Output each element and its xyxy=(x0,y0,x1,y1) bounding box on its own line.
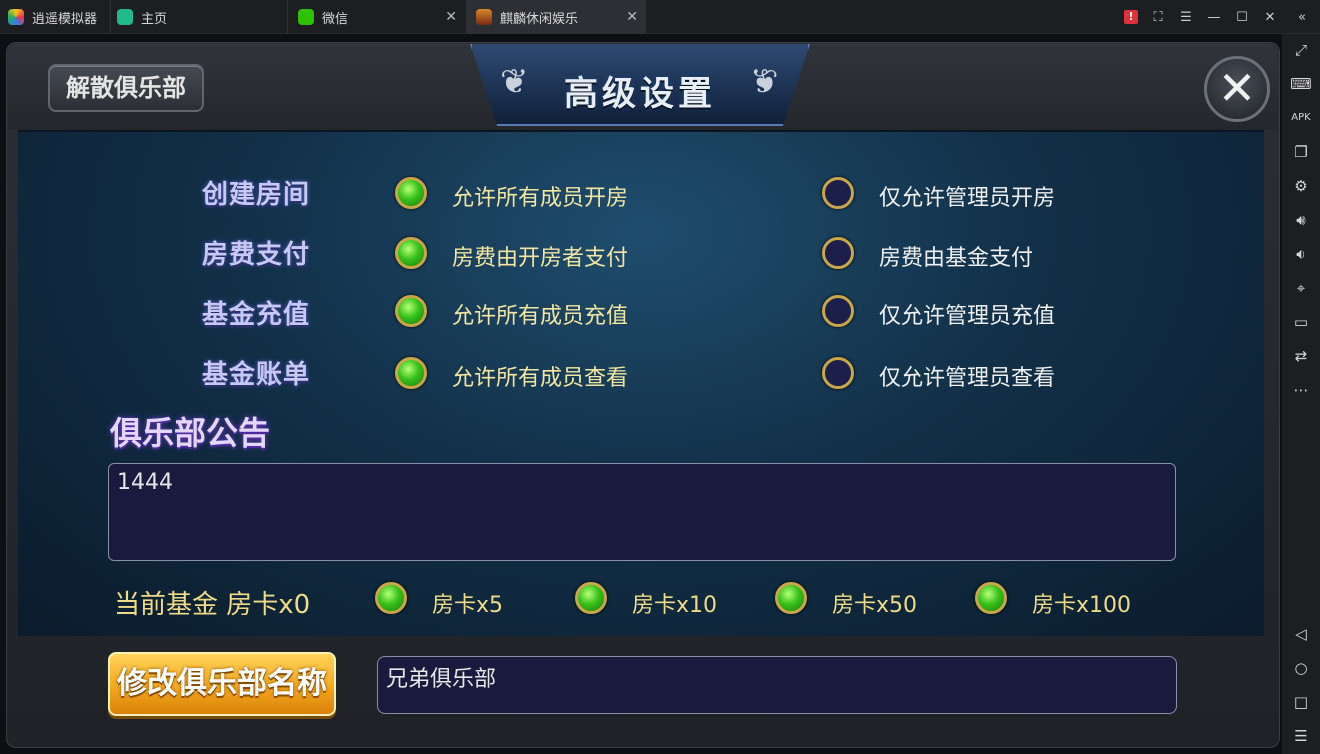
setting-label-create-room: 创建房间 xyxy=(202,180,311,210)
notice-title: 俱乐部公告 xyxy=(110,414,271,452)
keyboard-icon[interactable]: ⌨ xyxy=(1282,74,1320,94)
setting-label-fund-bill: 基金账单 xyxy=(202,360,311,390)
emulator-sidebar: ⤢ ⌨ APK ❐ ⚙ 🔊︎ 🔉︎ ⌖ ▭ ⇄ ⋯ ◁ ○ □ ☰ xyxy=(1282,34,1320,754)
tab-game[interactable]: 麒麟休闲娱乐 ✕ xyxy=(466,0,646,34)
tab-emulator-label: 逍遥模拟器 xyxy=(32,11,98,27)
game-app-icon xyxy=(476,9,492,25)
radio-fund-recharge-all[interactable] xyxy=(395,295,427,327)
radio-card-x10[interactable] xyxy=(575,582,607,614)
tab-home-label: 主页 xyxy=(141,11,168,27)
close-window-icon[interactable]: ✕ xyxy=(1256,10,1284,25)
screenshot-icon[interactable]: ⛶ xyxy=(1144,10,1172,25)
tab-wechat[interactable]: 微信 ✕ xyxy=(287,0,465,34)
minimize-icon[interactable]: — xyxy=(1200,10,1228,25)
radio-card-x50[interactable] xyxy=(775,582,807,614)
option-create-room-admin[interactable]: 仅允许管理员开房 xyxy=(879,180,1055,212)
apk-icon[interactable]: APK xyxy=(1282,108,1320,128)
collapse-sidebar-icon[interactable]: « xyxy=(1284,10,1320,25)
folder-icon[interactable]: ▭ xyxy=(1282,312,1320,332)
option-fund-recharge-all[interactable]: 允许所有成员充值 xyxy=(452,298,628,330)
close-tab-icon[interactable]: ✕ xyxy=(445,9,457,25)
more-icon[interactable]: ⋯ xyxy=(1282,380,1320,400)
location-icon[interactable]: ⌖ xyxy=(1282,278,1320,298)
radio-create-room-admin[interactable] xyxy=(822,177,854,209)
tab-home[interactable]: 主页 xyxy=(110,0,286,34)
radio-card-x5[interactable] xyxy=(375,582,407,614)
dialog-title: 高级设置 xyxy=(564,74,716,114)
multi-window-icon[interactable]: ❐ xyxy=(1282,142,1320,162)
option-fund-bill-all[interactable]: 允许所有成员查看 xyxy=(452,360,628,392)
laurel-left-icon: ❦ xyxy=(500,62,529,102)
home-icon[interactable]: ○ xyxy=(1282,658,1320,678)
laurel-right-icon: ❦ xyxy=(750,62,779,102)
volume-down-icon[interactable]: 🔉︎ xyxy=(1282,244,1320,264)
close-tab-icon[interactable]: ✕ xyxy=(626,9,638,25)
radio-room-fee-host[interactable] xyxy=(395,237,427,269)
card-option-x100[interactable]: 房卡x100 xyxy=(1032,587,1131,619)
alert-icon[interactable]: ! xyxy=(1124,10,1138,24)
setting-label-fund-recharge: 基金充值 xyxy=(202,300,311,330)
notice-textarea[interactable]: 1444 xyxy=(108,463,1176,561)
tab-wechat-label: 微信 xyxy=(322,11,349,27)
close-icon[interactable]: ✕ xyxy=(1204,56,1270,122)
emulator-logo-icon xyxy=(8,9,24,25)
option-create-room-all[interactable]: 允许所有成员开房 xyxy=(452,180,628,212)
card-option-x10[interactable]: 房卡x10 xyxy=(632,587,717,619)
option-room-fee-fund[interactable]: 房费由基金支付 xyxy=(879,240,1033,272)
option-fund-bill-admin[interactable]: 仅允许管理员查看 xyxy=(879,360,1055,392)
recent-apps-icon[interactable]: □ xyxy=(1282,692,1320,712)
emulator-tab-bar: 逍遥模拟器 主页 微信 ✕ 麒麟休闲娱乐 ✕ ! ⛶ ☰ — ☐ ✕ « xyxy=(0,0,1320,34)
back-icon[interactable]: ◁ xyxy=(1282,624,1320,644)
radio-fund-bill-admin[interactable] xyxy=(822,357,854,389)
sync-icon[interactable]: ⇄ xyxy=(1282,346,1320,366)
home-app-icon xyxy=(117,9,133,25)
club-name-input[interactable]: 兄弟俱乐部 xyxy=(377,656,1177,714)
option-fund-recharge-admin[interactable]: 仅允许管理员充值 xyxy=(879,298,1055,330)
card-option-x50[interactable]: 房卡x50 xyxy=(832,587,917,619)
window-controls: ! ⛶ ☰ — ☐ ✕ « xyxy=(1118,0,1320,34)
maximize-icon[interactable]: ☐ xyxy=(1228,10,1256,25)
disband-club-button[interactable]: 解散俱乐部 xyxy=(48,64,204,112)
option-room-fee-host[interactable]: 房费由开房者支付 xyxy=(452,240,628,272)
current-fund-label: 当前基金 房卡x0 xyxy=(114,590,311,620)
setting-label-room-fee: 房费支付 xyxy=(202,240,311,270)
menu-icon[interactable]: ☰ xyxy=(1172,10,1200,25)
rename-club-button[interactable]: 修改俱乐部名称 xyxy=(108,652,336,716)
radio-fund-recharge-admin[interactable] xyxy=(822,295,854,327)
radio-fund-bill-all[interactable] xyxy=(395,357,427,389)
settings-icon[interactable]: ⚙ xyxy=(1282,176,1320,196)
tab-game-label: 麒麟休闲娱乐 xyxy=(500,11,579,27)
tab-emulator[interactable]: 逍遥模拟器 xyxy=(8,0,118,34)
radio-create-room-all[interactable] xyxy=(395,177,427,209)
list-menu-icon[interactable]: ☰ xyxy=(1282,726,1320,746)
wechat-icon xyxy=(298,9,314,25)
card-option-x5[interactable]: 房卡x5 xyxy=(432,587,503,619)
radio-card-x100[interactable] xyxy=(975,582,1007,614)
fullscreen-icon[interactable]: ⤢ xyxy=(1282,40,1320,60)
volume-up-icon[interactable]: 🔊︎ xyxy=(1282,210,1320,230)
radio-room-fee-fund[interactable] xyxy=(822,237,854,269)
